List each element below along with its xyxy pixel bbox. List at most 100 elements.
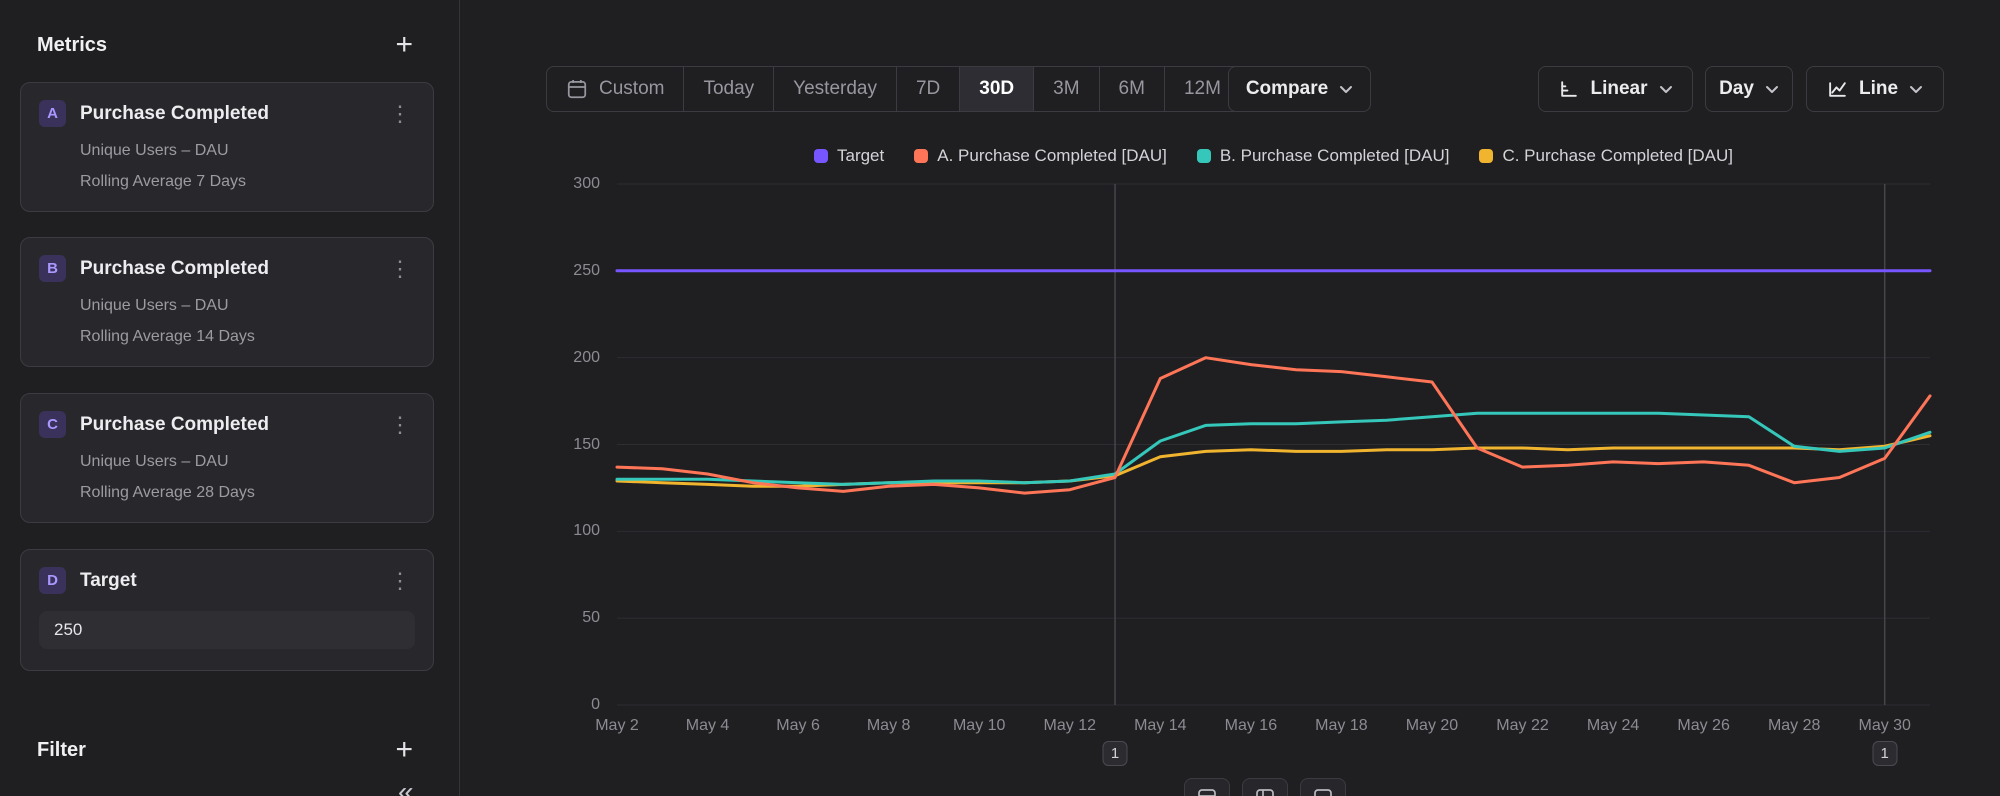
chevron-down-icon — [1765, 85, 1779, 94]
legend-item[interactable]: C. Purchase Completed [DAU] — [1479, 146, 1733, 166]
metric-measurement: Unique Users – DAU — [80, 453, 415, 471]
range-button-today[interactable]: Today — [684, 67, 774, 111]
legend-label: A. Purchase Completed [DAU] — [937, 146, 1167, 166]
x-axis-tick: May 24 — [1587, 717, 1639, 735]
x-axis-tick: May 2 — [595, 717, 639, 735]
x-axis-tick: May 12 — [1044, 717, 1096, 735]
legend-item[interactable]: Target — [814, 146, 884, 166]
chart-legend: Target A. Purchase Completed [DAU] B. Purc… — [617, 146, 1930, 166]
legend-swatch — [914, 149, 928, 163]
range-label: Today — [703, 78, 754, 100]
y-axis-tick: 250 — [540, 262, 600, 280]
metric-card-b[interactable]: B Purchase Completed ⋮ Unique Users – DA… — [20, 237, 434, 367]
legend-swatch — [814, 149, 828, 163]
filter-heading: Filter — [37, 739, 86, 762]
range-label: Custom — [599, 78, 664, 100]
bottom-toolbar — [1184, 778, 1346, 796]
calendar-icon — [566, 78, 588, 100]
range-label: 7D — [916, 78, 940, 100]
range-button-3m[interactable]: 3M — [1034, 67, 1099, 111]
target-name: Target — [80, 570, 385, 592]
compare-button[interactable]: Compare — [1228, 66, 1371, 112]
panel-icon — [1197, 788, 1217, 796]
kebab-menu-icon[interactable]: ⋮ — [385, 570, 415, 592]
collapse-sidebar-icon[interactable]: « — [398, 776, 414, 796]
range-label: 12M — [1184, 78, 1221, 100]
add-filter-button[interactable]: + — [395, 735, 413, 765]
x-axis-tick: May 8 — [867, 717, 911, 735]
x-axis-tick: May 6 — [776, 717, 820, 735]
range-label: 30D — [979, 78, 1014, 100]
range-label: Yesterday — [793, 78, 877, 100]
x-axis-tick: May 16 — [1225, 717, 1277, 735]
metric-card-header: C Purchase Completed ⋮ — [39, 411, 415, 438]
legend-item[interactable]: A. Purchase Completed [DAU] — [914, 146, 1167, 166]
x-axis-tick: May 26 — [1677, 717, 1729, 735]
chevron-down-icon — [1659, 85, 1673, 94]
y-axis-tick: 150 — [540, 436, 600, 454]
metric-badge-c: C — [39, 411, 66, 438]
metric-badge-a: A — [39, 100, 66, 127]
filter-section: Filter + — [37, 735, 413, 765]
annotation-badge-2[interactable]: 1 — [1872, 741, 1897, 766]
target-card[interactable]: D Target ⋮ — [20, 549, 434, 671]
metric-name: Purchase Completed — [80, 258, 385, 280]
y-axis-tick: 50 — [540, 609, 600, 627]
range-button-7d[interactable]: 7D — [897, 67, 960, 111]
chart-type-button[interactable]: Line — [1806, 66, 1944, 112]
kebab-menu-icon[interactable]: ⋮ — [385, 103, 415, 125]
legend-swatch — [1197, 149, 1211, 163]
metrics-sidebar: Metrics + A Purchase Completed ⋮ Unique … — [0, 0, 460, 796]
range-button-30d[interactable]: 30D — [960, 67, 1034, 111]
metric-rolling-average: Rolling Average 28 Days — [80, 484, 415, 502]
metric-badge-b: B — [39, 255, 66, 282]
metric-card-a[interactable]: A Purchase Completed ⋮ Unique Users – DA… — [20, 82, 434, 212]
y-axis-tick: 300 — [540, 175, 600, 193]
legend-label: B. Purchase Completed [DAU] — [1220, 146, 1450, 166]
date-range-selector: Custom Today Yesterday 7D 30D 3M 6M 12M — [546, 66, 1241, 112]
metric-rolling-average: Rolling Average 14 Days — [80, 328, 415, 346]
kebab-menu-icon[interactable]: ⋮ — [385, 414, 415, 436]
granularity-button[interactable]: Day — [1705, 66, 1793, 112]
range-label: 6M — [1119, 78, 1145, 100]
scale-selector-button[interactable]: Linear — [1538, 66, 1693, 112]
add-metric-button[interactable]: + — [395, 30, 413, 60]
metric-card-header: B Purchase Completed ⋮ — [39, 255, 415, 282]
series-line-a — [617, 358, 1930, 493]
legend-item[interactable]: B. Purchase Completed [DAU] — [1197, 146, 1450, 166]
x-axis-tick: May 4 — [686, 717, 730, 735]
range-button-6m[interactable]: 6M — [1100, 67, 1165, 111]
range-button-yesterday[interactable]: Yesterday — [774, 67, 897, 111]
target-value-input[interactable] — [39, 611, 415, 649]
chart-type-label: Line — [1859, 78, 1898, 100]
y-axis-tick: 100 — [540, 522, 600, 540]
compare-label: Compare — [1246, 78, 1328, 100]
kebab-menu-icon[interactable]: ⋮ — [385, 258, 415, 280]
chevron-down-icon — [1909, 85, 1923, 94]
x-axis-tick: May 28 — [1768, 717, 1820, 735]
metric-measurement: Unique Users – DAU — [80, 142, 415, 160]
x-axis-tick: May 18 — [1315, 717, 1367, 735]
bottom-tool-button-2[interactable] — [1242, 778, 1288, 796]
panel-icon — [1255, 788, 1275, 796]
series-line-b — [617, 413, 1930, 484]
range-label: 3M — [1053, 78, 1079, 100]
target-card-header: D Target ⋮ — [39, 567, 415, 594]
metric-card-header: A Purchase Completed ⋮ — [39, 100, 415, 127]
metric-name: Purchase Completed — [80, 103, 385, 125]
x-axis-tick: May 10 — [953, 717, 1005, 735]
metrics-heading: Metrics — [37, 34, 107, 57]
scale-label: Linear — [1590, 78, 1647, 100]
range-button-custom[interactable]: Custom — [547, 67, 684, 111]
metric-rolling-average: Rolling Average 7 Days — [80, 173, 415, 191]
x-axis-tick: May 20 — [1406, 717, 1458, 735]
legend-swatch — [1479, 149, 1493, 163]
bottom-tool-button-3[interactable] — [1300, 778, 1346, 796]
annotation-badge-1[interactable]: 1 — [1103, 741, 1128, 766]
bottom-tool-button-1[interactable] — [1184, 778, 1230, 796]
x-axis-tick: May 14 — [1134, 717, 1186, 735]
x-axis-tick: May 30 — [1858, 717, 1910, 735]
metric-card-c[interactable]: C Purchase Completed ⋮ Unique Users – DA… — [20, 393, 434, 523]
series-line-c — [617, 436, 1930, 486]
y-axis-tick: 200 — [540, 349, 600, 367]
